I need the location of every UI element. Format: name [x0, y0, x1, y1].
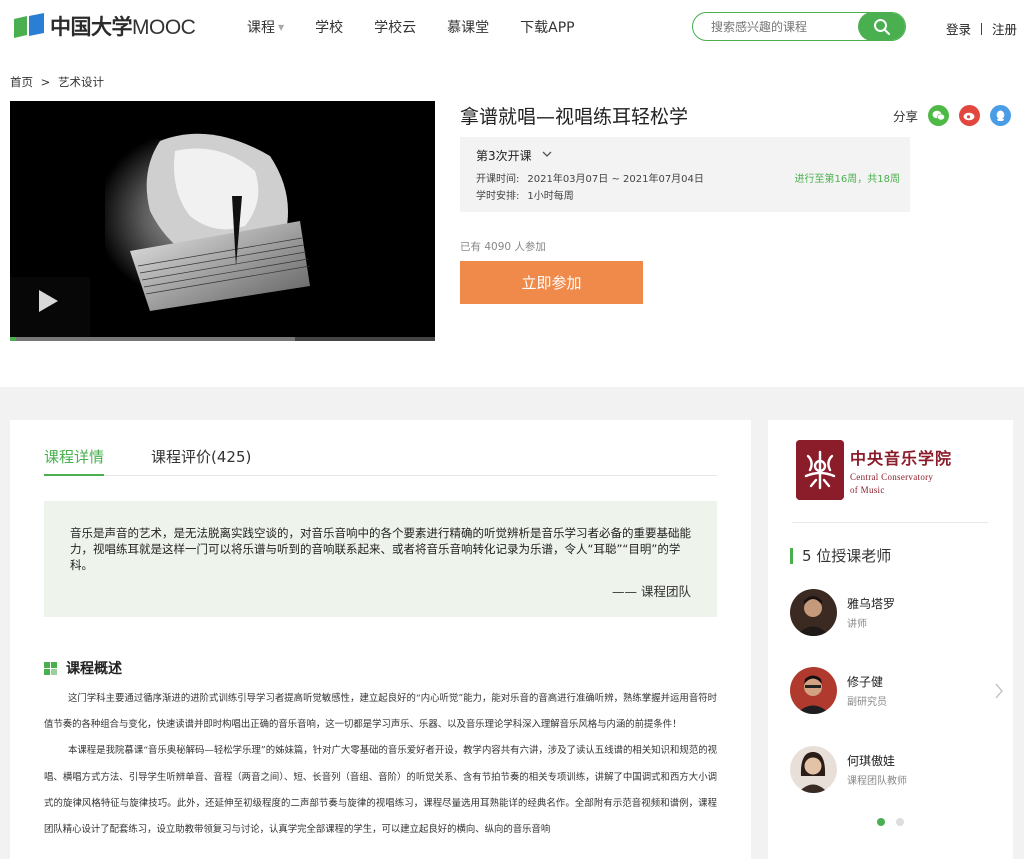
detail-tabs: 课程详情 课程评价(425) [44, 446, 717, 476]
nav-download-app[interactable]: 下载APP [520, 17, 574, 37]
play-icon [39, 290, 58, 312]
teacher-role: 课程团队教师 [847, 775, 907, 787]
logo-icon [12, 13, 46, 39]
carousel-dot[interactable] [896, 818, 904, 826]
tab-course-reviews[interactable]: 课程评价(425) [151, 446, 251, 476]
share-bar: 分享 [893, 105, 1012, 126]
tab-course-details[interactable]: 课程详情 [44, 446, 105, 476]
course-title: 拿谱就唱—视唱练耳轻松学 [460, 106, 689, 128]
search-box [692, 12, 906, 41]
register-link[interactable]: 注册 [992, 19, 1017, 38]
carousel-dots [877, 818, 915, 826]
avatar [790, 666, 837, 714]
video-played [10, 337, 16, 341]
play-button[interactable] [22, 276, 72, 326]
avatar [790, 745, 837, 793]
teacher-name: 修子健 [847, 674, 884, 689]
session-selector[interactable]: 第3次开课 [476, 147, 552, 164]
school-seal-icon [796, 440, 844, 500]
share-label: 分享 [893, 109, 919, 124]
login-link[interactable]: 登录 [946, 19, 971, 38]
video-buffered [10, 337, 295, 341]
overview-paragraph: 这门学科主要通过循序渐进的进阶式训练引导学习者提高听觉敏感性，建立起良好的“内心… [44, 693, 717, 731]
breadcrumb-home[interactable]: 首页 [10, 75, 33, 89]
breadcrumb-category[interactable]: 艺术设计 [58, 75, 104, 89]
course-detail-card: 课程详情 课程评价(425) 音乐是声音的艺术，是无法脱离实践空谈的，对音乐音响… [10, 420, 751, 859]
divider [981, 22, 983, 35]
quote-author: —— 课程团队 [612, 584, 691, 599]
nav-mooc-class[interactable]: 慕课堂 [447, 17, 489, 37]
video-progress-bar[interactable] [10, 337, 435, 341]
nav-schools[interactable]: 学校 [315, 17, 343, 37]
teacher-name: 雅乌塔罗 [847, 596, 896, 611]
overview-heading: 课程概述 [44, 658, 122, 678]
caret-down-icon: ▼ [278, 22, 285, 32]
course-quote: 音乐是声音的艺术，是无法脱离实践空谈的，对音乐音响中的各个要素进行精确的听觉辨析… [44, 501, 717, 617]
divider [792, 522, 988, 523]
search-input[interactable] [711, 13, 871, 40]
school-logo[interactable]: 中央音乐学院 Central Conservatory of Music [796, 440, 986, 500]
nav-school-cloud[interactable]: 学校云 [374, 17, 416, 37]
site-logo[interactable]: 中国大学MOOC [12, 12, 196, 40]
course-week-progress: 进行至第16周，共18周 [794, 174, 900, 185]
wechat-icon[interactable] [928, 105, 950, 126]
school-teacher-card: 中央音乐学院 Central Conservatory of Music 5 位… [768, 420, 1013, 859]
avatar [790, 588, 837, 636]
teacher-item[interactable]: 何琪傲娃 课程团队教师 [790, 745, 990, 793]
chevron-right-icon[interactable] [994, 683, 1004, 704]
top-header: 中国大学MOOC 课程▼ 学校 学校云 慕课堂 下载APP 登录 注册 [0, 0, 1024, 54]
carousel-dot[interactable] [877, 818, 885, 826]
quote-text: 音乐是声音的艺术，是无法脱离实践空谈的，对音乐音响中的各个要素进行精确的听觉辨析… [70, 526, 691, 572]
teacher-item[interactable]: 修子健 副研究员 [790, 666, 990, 714]
main-nav: 课程 ▼ 学校 学校云 慕课堂 下载APP [247, 17, 606, 37]
overview-paragraph: 本课程是我院慕课“音乐奥秘解码—轻松学乐理”的姊妹篇，针对广大零基础的音乐爱好者… [44, 745, 717, 836]
search-icon [874, 18, 890, 35]
teachers-heading: 5 位授课老师 [790, 545, 891, 566]
teacher-name: 何琪傲娃 [847, 753, 896, 768]
course-overview: 这门学科主要通过循序渐进的进阶式训练引导学习者提高听觉敏感性，建立起良好的“内心… [44, 686, 717, 843]
grid-icon [44, 661, 57, 675]
auth-links: 登录 注册 [946, 19, 1017, 38]
course-video-player[interactable] [10, 101, 435, 341]
session-info-box: 第3次开课 开课时间: 2021年03月07日 ~ 2021年07月04日 学时安… [460, 137, 910, 212]
enrolled-count: 已有 4090 人参加 [460, 241, 546, 253]
nav-courses[interactable]: 课程 ▼ [247, 17, 284, 37]
video-thumbnail [10, 101, 435, 337]
course-dates: 开课时间: 2021年03月07日 ~ 2021年07月04日 [476, 174, 704, 185]
breadcrumb: 首页 > 艺术设计 [10, 74, 108, 90]
qq-icon[interactable] [990, 105, 1012, 126]
logo-text: 中国大学MOOC [50, 15, 196, 39]
weibo-icon[interactable] [959, 105, 981, 126]
accent-bar [790, 547, 793, 564]
teacher-role: 讲师 [847, 618, 867, 630]
course-schedule: 学时安排: 1小时每周 [476, 191, 574, 202]
school-name: 中央音乐学院 Central Conservatory of Music [850, 449, 953, 495]
search-button[interactable] [858, 13, 905, 40]
breadcrumb-separator: > [40, 75, 51, 89]
teacher-item[interactable]: 雅乌塔罗 讲师 [790, 588, 990, 636]
chevron-down-icon [542, 150, 552, 161]
teacher-role: 副研究员 [847, 696, 887, 708]
join-course-button[interactable]: 立即参加 [460, 261, 643, 304]
